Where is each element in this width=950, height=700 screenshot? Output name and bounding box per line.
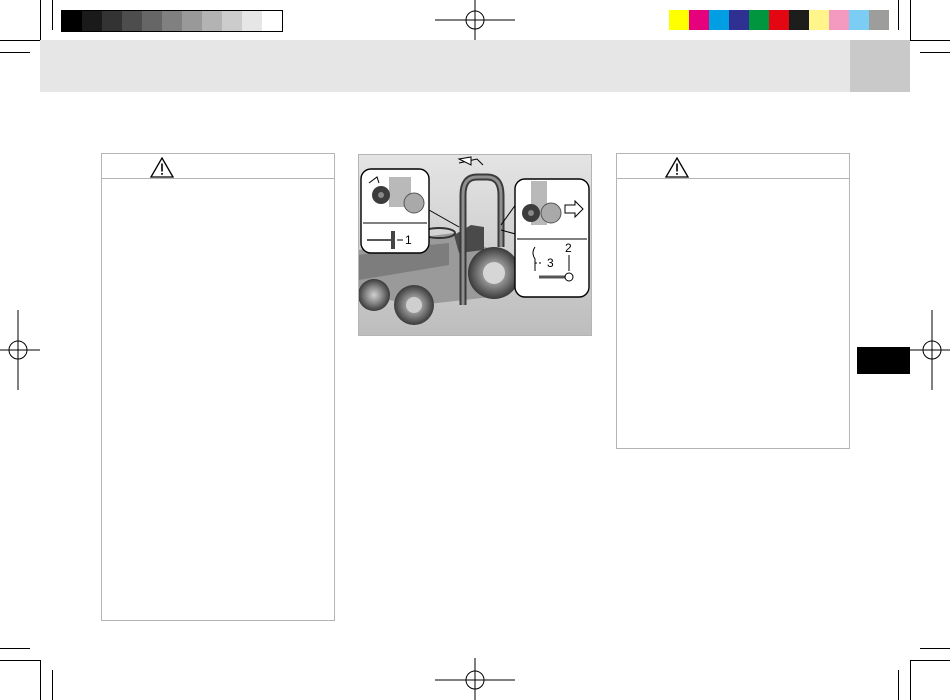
process-color-swatch bbox=[869, 10, 889, 30]
grayscale-swatch bbox=[182, 11, 202, 31]
callout-3: 3 bbox=[547, 256, 554, 270]
warning-box-left bbox=[101, 153, 335, 621]
header-tab bbox=[850, 40, 910, 92]
header-band bbox=[40, 40, 850, 92]
grayscale-swatch bbox=[102, 11, 122, 31]
process-color-swatch bbox=[669, 10, 689, 30]
registration-mark-right bbox=[910, 310, 950, 390]
grayscale-swatch bbox=[82, 11, 102, 31]
grayscale-color-bar bbox=[61, 10, 283, 32]
warning-triangle-icon bbox=[665, 157, 689, 178]
callout-2: 2 bbox=[565, 241, 572, 255]
grayscale-swatch bbox=[202, 11, 222, 31]
warning-triangle-icon bbox=[150, 157, 174, 178]
callout-1: 1 bbox=[405, 233, 412, 247]
process-color-swatch bbox=[809, 10, 829, 30]
grayscale-swatch bbox=[62, 11, 82, 31]
warning-box-right bbox=[616, 153, 850, 449]
process-color-swatch bbox=[749, 10, 769, 30]
warning-box-header bbox=[102, 154, 334, 179]
grayscale-swatch bbox=[122, 11, 142, 31]
registration-mark-left bbox=[0, 310, 40, 390]
chapter-tab bbox=[857, 347, 910, 374]
process-color-swatch bbox=[829, 10, 849, 30]
process-color-swatch bbox=[849, 10, 869, 30]
process-color-swatch bbox=[729, 10, 749, 30]
process-color-swatch bbox=[789, 10, 809, 30]
process-color-swatch bbox=[769, 10, 789, 30]
grayscale-swatch bbox=[142, 11, 162, 31]
grayscale-swatch bbox=[242, 11, 262, 31]
registration-mark-bottom bbox=[435, 658, 515, 700]
process-color-swatch bbox=[689, 10, 709, 30]
registration-mark-top bbox=[435, 0, 515, 42]
process-color-bar bbox=[669, 10, 889, 30]
tractor-illustration: 1 3 2 bbox=[359, 155, 591, 335]
grayscale-swatch bbox=[162, 11, 182, 31]
warning-box-header bbox=[617, 154, 849, 179]
process-color-swatch bbox=[709, 10, 729, 30]
grayscale-swatch bbox=[262, 11, 282, 31]
tractor-rops-figure: 1 3 2 bbox=[358, 154, 592, 336]
grayscale-swatch bbox=[222, 11, 242, 31]
